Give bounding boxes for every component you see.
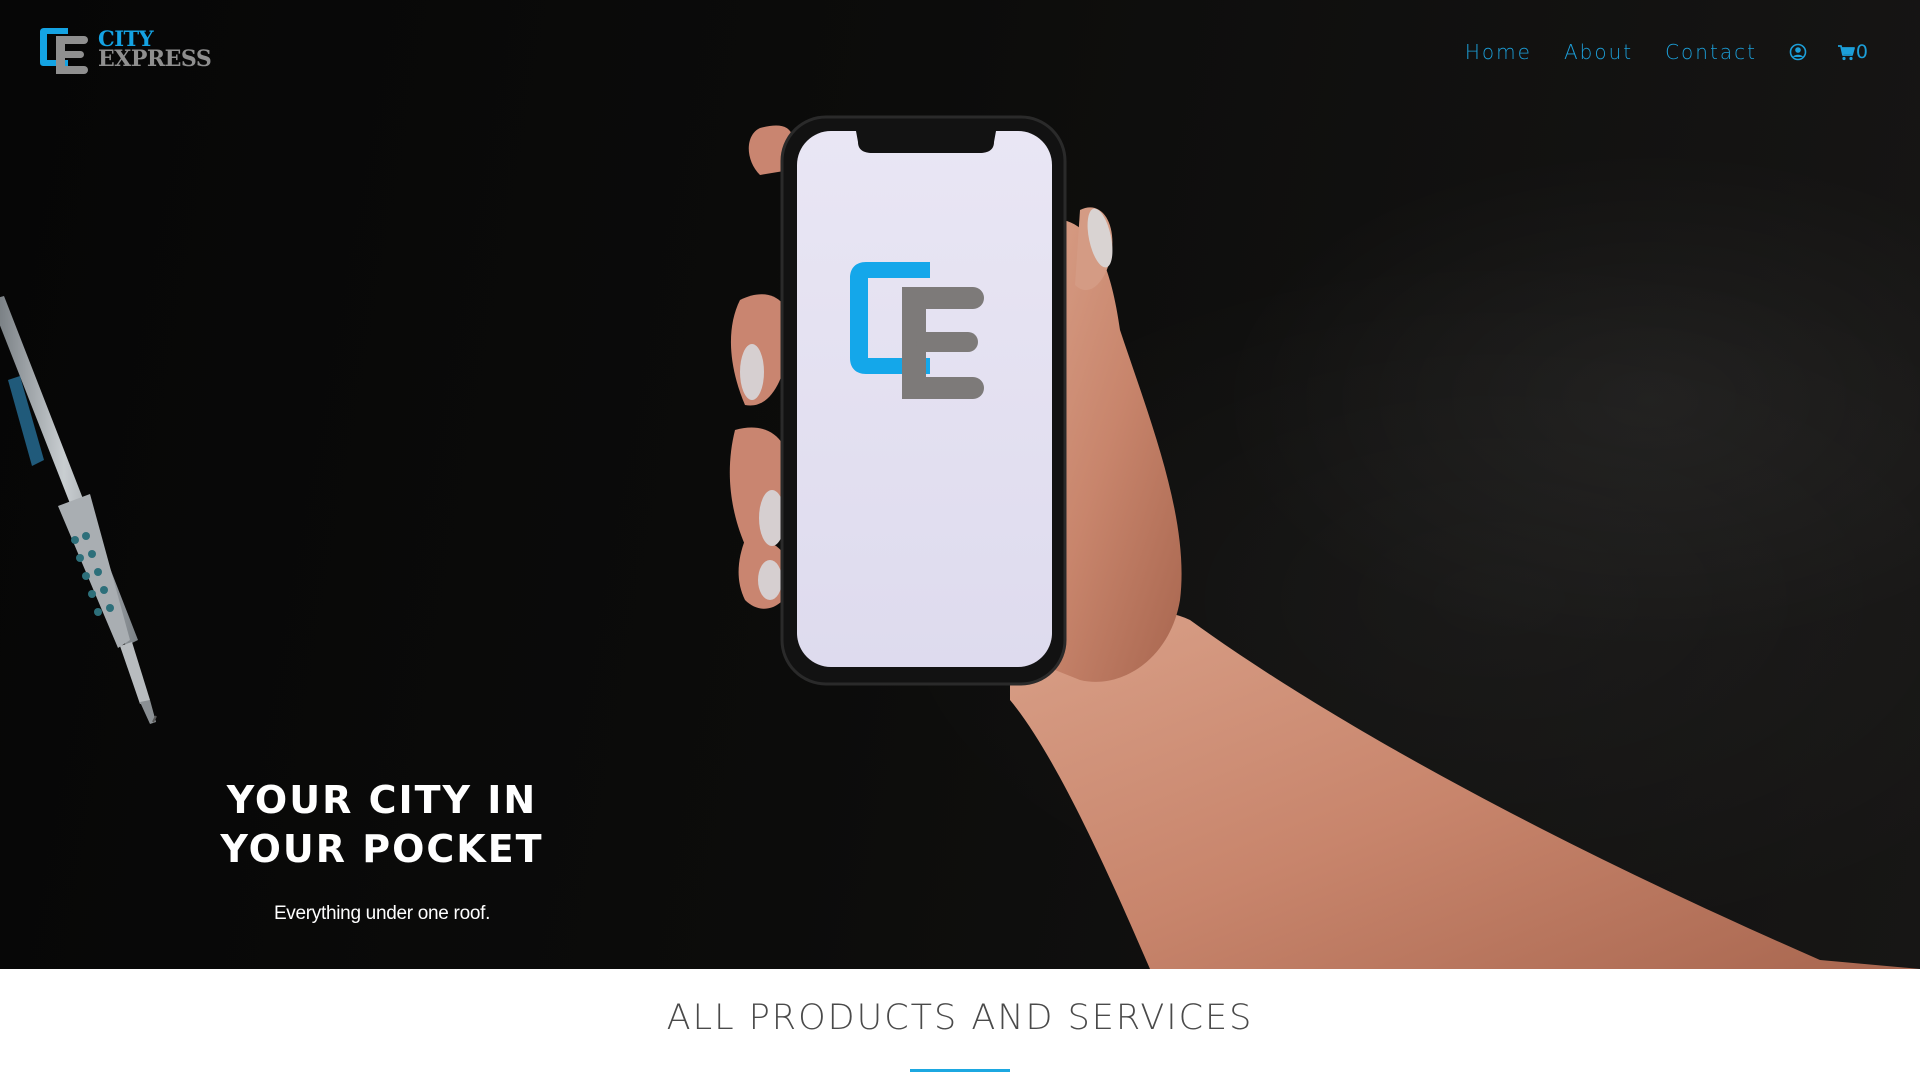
shopping-cart-icon — [1837, 45, 1855, 61]
hero-title: YOUR CITY IN YOUR POCKET — [200, 776, 564, 874]
logo-text-express: EXPRESS — [98, 46, 212, 72]
account-button[interactable] — [1789, 43, 1807, 61]
hero-banner: CITY EXPRESS Home About Contact 0 YOUR C… — [0, 0, 1920, 969]
cart-count: 0 — [1855, 41, 1868, 63]
phone-graphic — [780, 115, 1067, 686]
hero-title-line1: YOUR CITY IN — [226, 778, 538, 822]
nav-home-link[interactable]: Home — [1465, 40, 1532, 64]
hero-subtitle: Everything under one roof. — [273, 903, 491, 924]
brand-logo[interactable]: CITY EXPRESS — [38, 24, 212, 76]
hero-title-line2: YOUR POCKET — [220, 827, 544, 871]
main-nav: Home About Contact 0 — [1433, 36, 1868, 68]
cart-button[interactable]: 0 — [1837, 41, 1868, 63]
section-title-underline — [910, 1069, 1010, 1072]
pencil-graphic — [0, 296, 157, 724]
ce-logo-icon — [40, 28, 88, 74]
nav-about-link[interactable]: About — [1564, 40, 1633, 64]
user-circle-icon — [1789, 43, 1807, 61]
nav-contact-link[interactable]: Contact — [1665, 40, 1757, 64]
section-title: ALL PRODUCTS AND SERVICES — [666, 998, 1254, 1038]
